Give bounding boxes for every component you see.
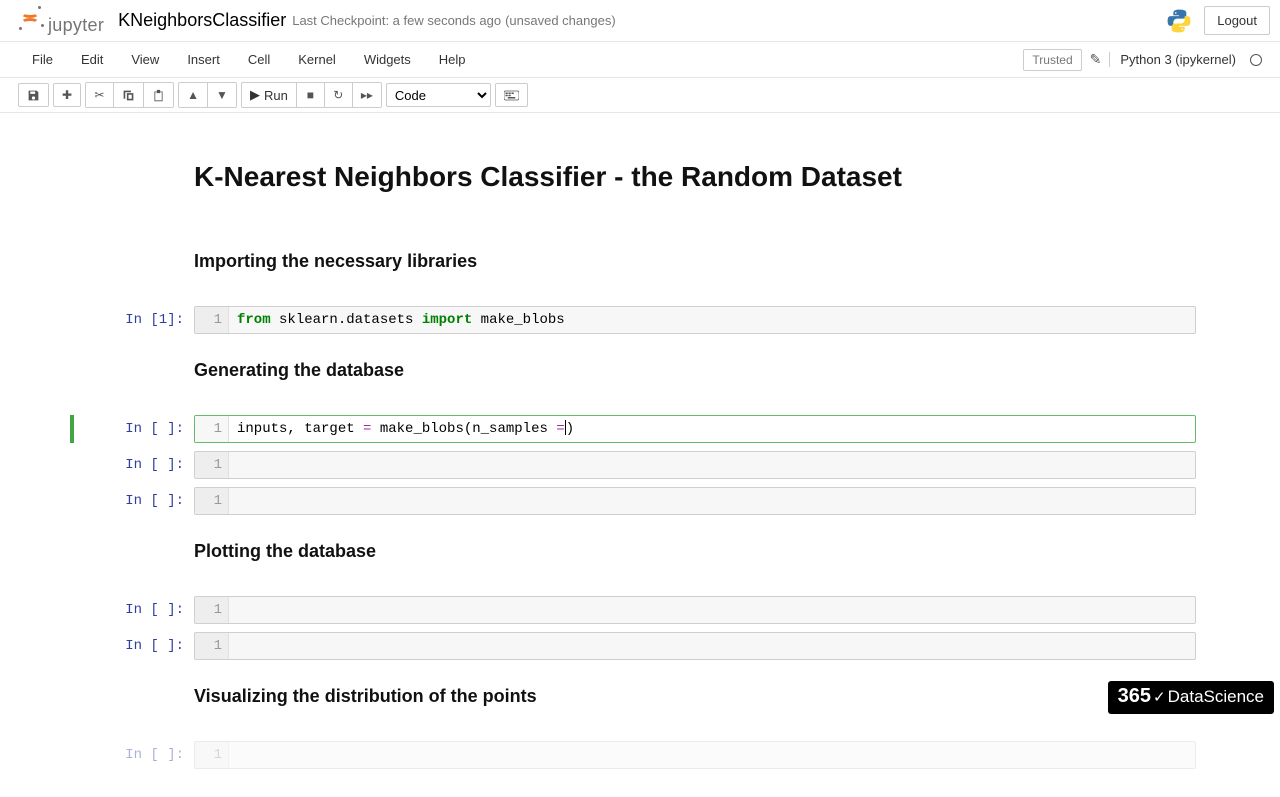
input-prompt: In [ ]: — [84, 487, 194, 515]
toolbar: ✚ ✂ ▲ ▼ ▶ Run ■ ↻ ▸▸ Code — [0, 78, 1280, 113]
cut-button[interactable]: ✂ — [86, 83, 114, 107]
jupyter-logo-icon — [18, 5, 44, 31]
code-cell[interactable]: In [1]: 1 from sklearn.datasets import m… — [70, 306, 1210, 334]
add-cell-button[interactable]: ✚ — [53, 83, 81, 107]
code-editor[interactable] — [229, 633, 1195, 659]
input-prompt: In [ ]: — [84, 632, 194, 660]
notebook-name[interactable]: KNeighborsClassifier — [118, 10, 286, 31]
markdown-cell[interactable]: Generating the database — [70, 342, 1210, 407]
notebook-area: K-Nearest Neighbors Classifier - the Ran… — [70, 113, 1210, 797]
checkpoint-status: Last Checkpoint: a few seconds ago — [292, 13, 501, 28]
code-cell[interactable]: In [ ]: 1 — [70, 487, 1210, 515]
input-prompt: In [ ]: — [84, 451, 194, 479]
run-button[interactable]: ▶ Run — [242, 83, 297, 107]
cell-type-select[interactable]: Code — [386, 83, 491, 107]
code-editor[interactable] — [229, 742, 1195, 768]
menu-view[interactable]: View — [117, 42, 173, 77]
line-number: 1 — [195, 452, 229, 478]
line-number: 1 — [195, 488, 229, 514]
kernel-idle-icon — [1250, 54, 1262, 66]
copy-button[interactable] — [114, 83, 144, 107]
watermark: 365✓DataScience — [1108, 681, 1274, 714]
heading-viz: Visualizing the distribution of the poin… — [194, 686, 1196, 707]
input-prompt: In [ ]: — [84, 596, 194, 624]
restart-button[interactable]: ↻ — [325, 83, 353, 107]
markdown-cell[interactable]: Importing the necessary libraries — [70, 233, 1210, 298]
trusted-badge[interactable]: Trusted — [1023, 49, 1081, 71]
input-prompt: In [ ]: — [84, 741, 194, 769]
line-number: 1 — [195, 416, 229, 442]
code-cell[interactable]: In [ ]: 1 — [70, 596, 1210, 624]
code-editor[interactable] — [229, 488, 1195, 514]
restart-run-all-button[interactable]: ▸▸ — [353, 83, 381, 107]
heading-plot: Plotting the database — [194, 541, 1196, 562]
code-cell[interactable]: In [ ]: 1 — [70, 451, 1210, 479]
input-prompt: In [ ]: — [84, 415, 194, 443]
jupyter-logo-text: jupyter — [48, 15, 104, 36]
code-cell[interactable]: In [ ]: 1 — [70, 632, 1210, 660]
menu-file[interactable]: File — [18, 42, 67, 77]
heading-title: K-Nearest Neighbors Classifier - the Ran… — [194, 161, 1196, 193]
paste-button[interactable] — [144, 83, 173, 107]
unsaved-status: (unsaved changes) — [505, 13, 616, 28]
line-number: 1 — [195, 633, 229, 659]
line-number: 1 — [195, 597, 229, 623]
heading-import: Importing the necessary libraries — [194, 251, 1196, 272]
header: jupyter KNeighborsClassifier Last Checkp… — [0, 0, 1280, 42]
markdown-cell[interactable]: Plotting the database — [70, 523, 1210, 588]
menu-cell[interactable]: Cell — [234, 42, 284, 77]
code-cell-selected[interactable]: In [ ]: 1 inputs, target = make_blobs(n_… — [70, 415, 1210, 443]
heading-generate: Generating the database — [194, 360, 1196, 381]
move-up-button[interactable]: ▲ — [179, 83, 208, 107]
code-editor[interactable]: inputs, target = make_blobs(n_samples =) — [229, 416, 1195, 442]
command-palette-button[interactable] — [495, 83, 528, 107]
code-editor[interactable] — [229, 452, 1195, 478]
menu-widgets[interactable]: Widgets — [350, 42, 425, 77]
line-number: 1 — [195, 742, 229, 768]
code-editor[interactable]: from sklearn.datasets import make_blobs — [229, 307, 1195, 333]
menu-kernel[interactable]: Kernel — [284, 42, 350, 77]
menu-help[interactable]: Help — [425, 42, 480, 77]
menu-edit[interactable]: Edit — [67, 42, 117, 77]
markdown-cell[interactable]: Visualizing the distribution of the poin… — [70, 668, 1210, 733]
code-editor[interactable] — [229, 597, 1195, 623]
code-cell[interactable]: In [ ]: 1 — [70, 741, 1210, 769]
line-number: 1 — [195, 307, 229, 333]
interrupt-button[interactable]: ■ — [297, 83, 325, 107]
menu-insert[interactable]: Insert — [173, 42, 234, 77]
logout-button[interactable]: Logout — [1204, 6, 1270, 35]
kernel-name[interactable]: Python 3 (ipykernel) — [1109, 52, 1236, 67]
menubar: File Edit View Insert Cell Kernel Widget… — [0, 42, 1280, 78]
pencil-icon[interactable]: ✎ — [1090, 51, 1102, 68]
input-prompt: In [1]: — [84, 306, 194, 334]
markdown-cell[interactable]: K-Nearest Neighbors Classifier - the Ran… — [70, 153, 1210, 225]
jupyter-logo[interactable]: jupyter — [18, 5, 104, 36]
python-icon — [1166, 8, 1192, 34]
save-button[interactable] — [18, 83, 49, 107]
move-down-button[interactable]: ▼ — [208, 83, 236, 107]
